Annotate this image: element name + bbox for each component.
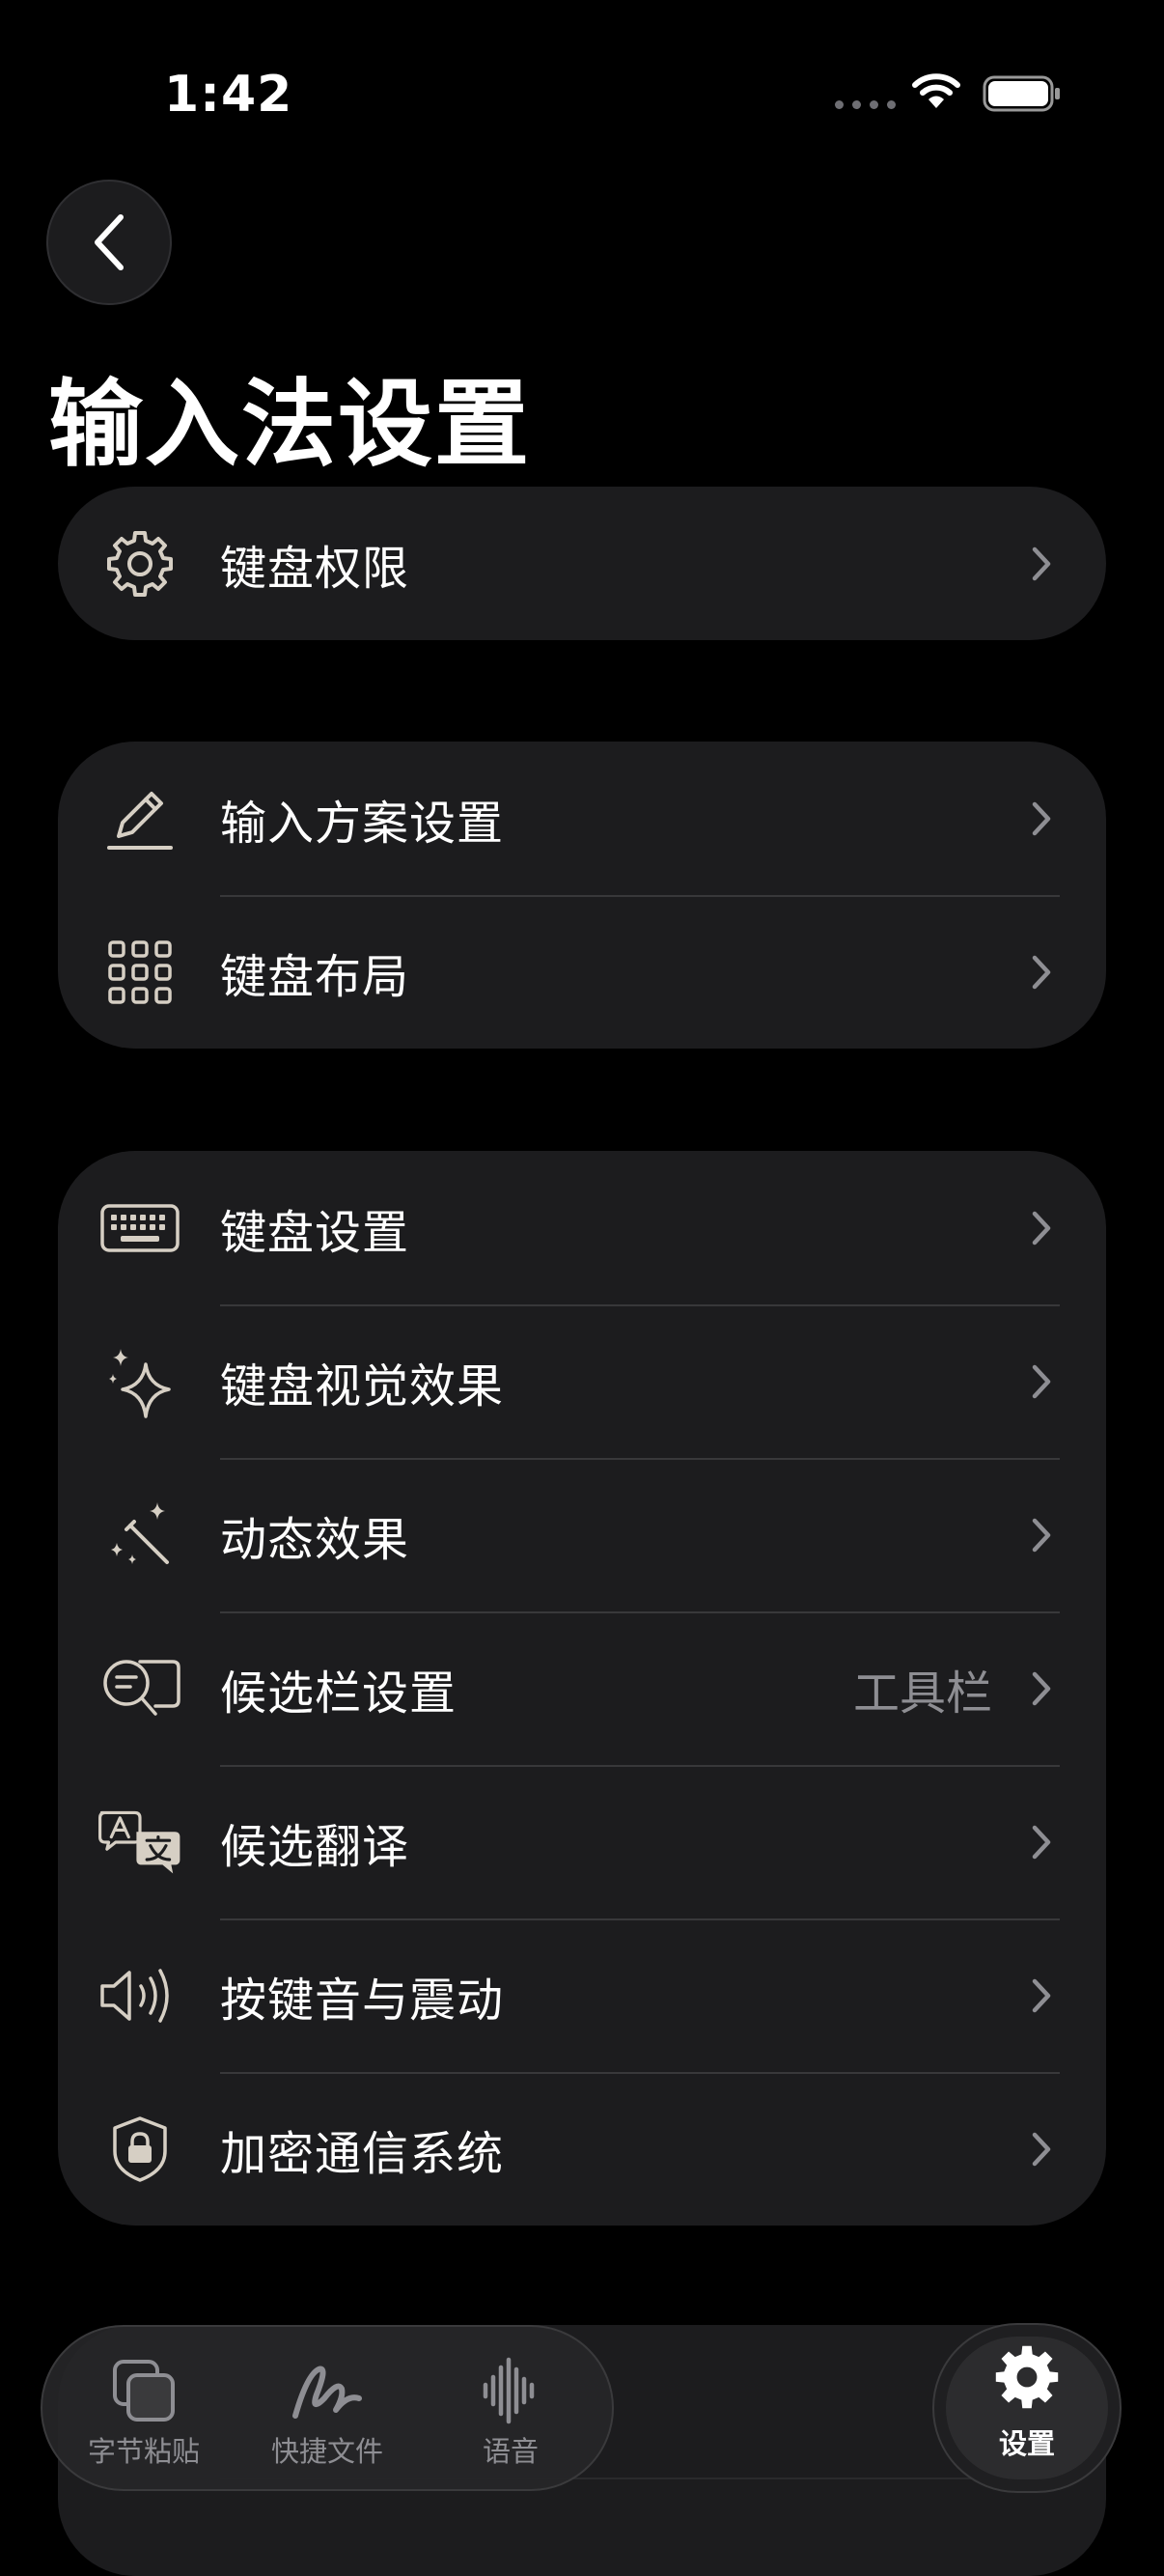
waveform-icon: [483, 2357, 535, 2424]
chevron-right-icon: [1032, 1364, 1051, 1398]
settings-row-input-scheme[interactable]: 输入方案设置: [58, 742, 1106, 895]
settings-row-motion-effects[interactable]: 动态效果: [58, 1458, 1106, 1611]
chevron-left-icon: [95, 214, 124, 270]
settings-row-candidate-translation[interactable]: 候选翻译: [58, 1765, 1106, 1918]
tab-label: 设置: [998, 2427, 1055, 2460]
cellular-signal-icon: [835, 100, 896, 109]
settings-row-visual-effects[interactable]: 键盘视觉效果: [58, 1304, 1106, 1458]
settings-row-label: 按键音与震动: [220, 1973, 505, 2028]
chevron-right-icon: [1032, 546, 1051, 580]
settings-row-label: 候选翻译: [220, 1819, 410, 1874]
tab-quick-files[interactable]: 快捷文件: [236, 2327, 419, 2489]
settings-row-label: 加密通信系统: [220, 2126, 505, 2181]
tab-label: 快捷文件: [270, 2435, 383, 2468]
settings-row-keyboard-settings[interactable]: 键盘设置: [58, 1151, 1106, 1304]
chevron-right-icon: [1032, 1825, 1051, 1859]
clipboard-stack-icon: [113, 2360, 175, 2422]
magic-wand-icon: [97, 1492, 183, 1579]
translate-icon: [97, 1799, 183, 1886]
tab-settings[interactable]: 设置: [932, 2323, 1122, 2493]
wifi-icon: [912, 73, 960, 108]
chevron-right-icon: [1032, 801, 1051, 835]
settings-row-label: 输入方案设置: [220, 796, 505, 851]
tab-label: 语音: [482, 2435, 539, 2468]
gear-icon: [995, 2345, 1059, 2409]
settings-row-label: 键盘视觉效果: [220, 1358, 505, 1414]
settings-row-label: 键盘权限: [220, 541, 410, 596]
settings-group-keyboard: 键盘设置 键盘视觉效果 动态效果 候选栏设置 工具栏 候选翻译 按键音与震动 加…: [58, 1151, 1106, 2226]
tab-voice[interactable]: 语音: [419, 2327, 602, 2489]
battery-icon: [983, 75, 1060, 112]
pencil-icon: [97, 775, 183, 862]
settings-row-keyboard-permission[interactable]: 键盘权限: [58, 487, 1106, 640]
settings-group-permissions: 键盘权限: [58, 487, 1106, 640]
tab-label: 字节粘贴: [87, 2435, 200, 2468]
chevron-right-icon: [1032, 1211, 1051, 1245]
settings-group-input: 输入方案设置 键盘布局: [58, 742, 1106, 1049]
settings-row-encrypted-communication[interactable]: 加密通信系统: [58, 2072, 1106, 2226]
keyboard-icon: [97, 1185, 183, 1272]
settings-row-candidate-bar[interactable]: 候选栏设置 工具栏: [58, 1611, 1106, 1765]
back-button[interactable]: [46, 180, 172, 305]
chevron-right-icon: [1032, 1978, 1051, 2012]
chevron-right-icon: [1032, 1518, 1051, 1552]
settings-row-keyboard-layout[interactable]: 键盘布局: [58, 895, 1106, 1049]
sparkles-icon: [97, 1338, 183, 1425]
speaker-wave-icon: [97, 1952, 183, 2039]
status-bar: 1:42: [0, 0, 1164, 183]
lock-shield-icon: [97, 2106, 183, 2193]
settings-row-label: 键盘布局: [220, 949, 410, 1004]
settings-row-label: 动态效果: [220, 1512, 410, 1567]
settings-row-label: 候选栏设置: [220, 1666, 457, 1721]
gear-icon: [97, 520, 183, 607]
status-time: 1:42: [164, 66, 293, 124]
text-magnify-icon: [97, 1645, 183, 1732]
chevron-right-icon: [1032, 955, 1051, 989]
settings-row-key-sound[interactable]: 按键音与震动: [58, 1918, 1106, 2072]
page-title: 输入法设置: [48, 370, 532, 480]
tab-byte-paste[interactable]: 字节粘贴: [52, 2327, 236, 2489]
tab-bar: 字节粘贴 快捷文件 语音: [41, 2325, 614, 2491]
scribble-icon: [292, 2366, 362, 2419]
grid-icon: [97, 929, 183, 1016]
chevron-right-icon: [1032, 2132, 1051, 2166]
chevron-right-icon: [1032, 1671, 1051, 1705]
settings-row-value: 工具栏: [852, 1666, 992, 1721]
settings-row-label: 键盘设置: [220, 1205, 410, 1260]
